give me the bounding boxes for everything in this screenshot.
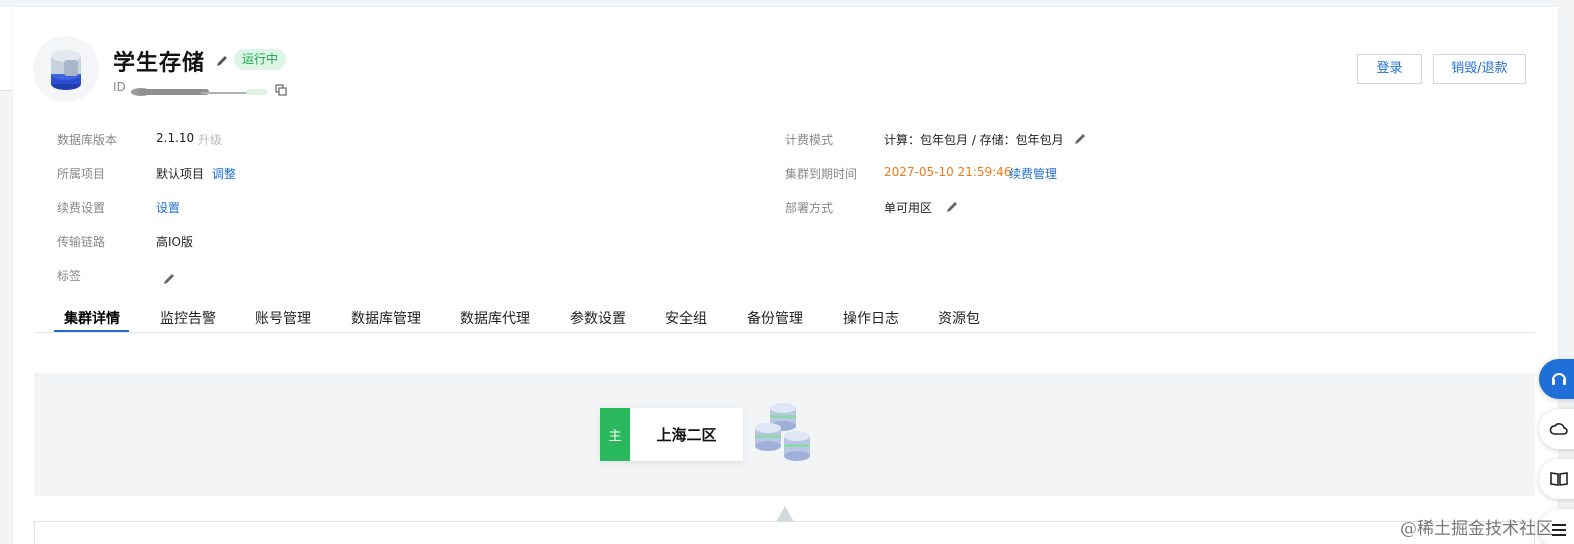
- db-version-value: 2.1.10: [156, 131, 195, 145]
- login-button[interactable]: 登录: [1357, 54, 1422, 84]
- project-value: 默认项目: [156, 167, 205, 181]
- tab-cluster-detail[interactable]: 集群详情: [64, 308, 120, 328]
- instance-list-panel: [34, 521, 1535, 544]
- book-icon[interactable]: [1539, 459, 1574, 499]
- watermark: @稀土掘金技术社区: [1400, 519, 1553, 539]
- database-cluster-icon: [750, 400, 820, 470]
- destroy-refund-button[interactable]: 销毁/退款: [1433, 54, 1526, 84]
- renew-setting-label: 续费设置: [57, 201, 106, 215]
- active-tab-indicator: [54, 330, 129, 332]
- detail-tabs: 集群详情 监控告警 账号管理 数据库管理 数据库代理 参数设置 安全组 备份管理…: [34, 300, 1535, 333]
- copy-icon[interactable]: [275, 81, 287, 96]
- background-panel-edge: [0, 7, 13, 91]
- renew-manage-link[interactable]: 续费管理: [1009, 165, 1057, 182]
- tab-database-management[interactable]: 数据库管理: [351, 308, 421, 328]
- region-card[interactable]: 主 上海二区: [600, 408, 743, 461]
- adjust-project-link[interactable]: 调整: [212, 165, 236, 182]
- upgrade-link[interactable]: 升级: [198, 131, 222, 148]
- tab-parameters[interactable]: 参数设置: [570, 308, 626, 328]
- tab-security-group[interactable]: 安全组: [665, 308, 707, 328]
- edit-tag-pencil-icon[interactable]: [162, 271, 176, 285]
- expire-time-value: 2027-05-10 21:59:46: [884, 165, 1012, 179]
- db-version-label: 数据库版本: [57, 133, 118, 147]
- page-title: 学生存储: [113, 51, 206, 76]
- pointer-triangle: [776, 506, 794, 522]
- tab-operation-log[interactable]: 操作日志: [843, 308, 899, 328]
- edit-deploy-pencil-icon[interactable]: [945, 199, 959, 213]
- deploy-mode-label: 部署方式: [785, 201, 834, 215]
- tab-monitoring[interactable]: 监控告警: [160, 308, 216, 328]
- database-stack-icon: [33, 36, 99, 102]
- transfer-link-label: 传输链路: [57, 235, 106, 249]
- tab-backup[interactable]: 备份管理: [747, 308, 803, 328]
- status-badge: 运行中: [234, 49, 287, 70]
- edit-billing-pencil-icon[interactable]: [1073, 131, 1087, 145]
- expire-time-label: 集群到期时间: [785, 167, 858, 181]
- pencil-icon[interactable]: [215, 53, 229, 67]
- region-name: 上海二区: [656, 426, 717, 444]
- renew-setting-link[interactable]: 设置: [156, 199, 180, 216]
- id-redacted-value: [131, 82, 271, 96]
- id-label: ID: [113, 80, 126, 94]
- project-label: 所属项目: [57, 167, 106, 181]
- tag-label: 标签: [57, 269, 82, 283]
- deploy-mode-value: 单可用区: [884, 201, 933, 215]
- tab-accounts[interactable]: 账号管理: [255, 308, 311, 328]
- primary-role-tag: 主: [600, 408, 630, 461]
- billing-mode-value: 计算：包年包月 / 存储：包年包月: [884, 133, 1064, 147]
- billing-mode-label: 计费模式: [785, 133, 834, 147]
- tab-resource-package[interactable]: 资源包: [938, 308, 980, 328]
- tab-database-proxy[interactable]: 数据库代理: [460, 308, 530, 328]
- transfer-link-value: 高IO版: [156, 235, 193, 249]
- cloud-icon[interactable]: [1539, 409, 1574, 449]
- headset-icon[interactable]: [1539, 359, 1574, 399]
